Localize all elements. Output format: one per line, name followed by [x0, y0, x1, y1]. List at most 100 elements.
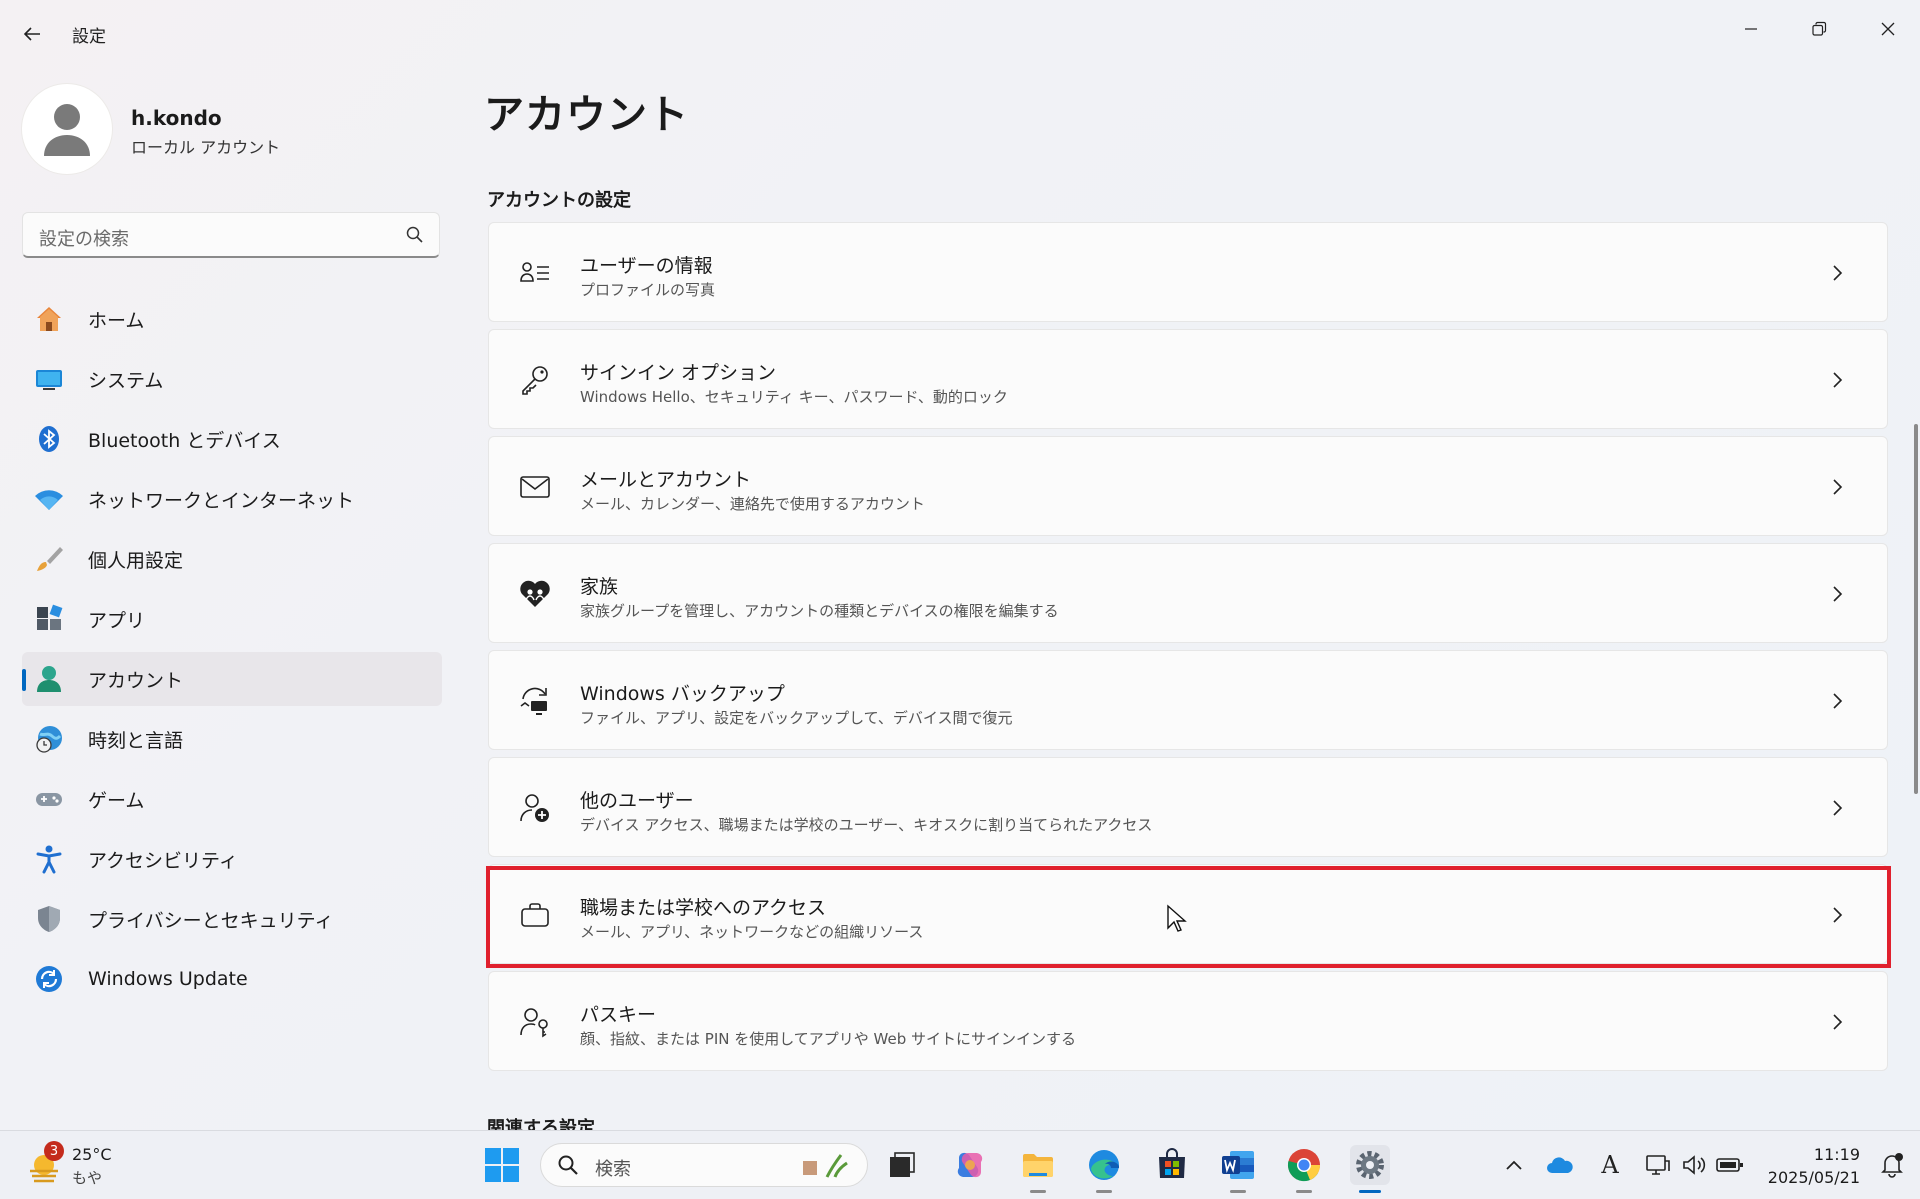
sidebar-item-gaming[interactable]: ゲーム: [22, 772, 442, 826]
settings-gear-icon: [1356, 1151, 1384, 1179]
volume-button[interactable]: [1680, 1151, 1708, 1179]
add-user-icon: [519, 792, 551, 824]
card-family[interactable]: 家族 家族グループを管理し、アカウントの種類とデバイスの権限を編集する: [488, 543, 1888, 643]
card-title: 他のユーザー: [580, 790, 694, 812]
family-heart-icon: [519, 578, 551, 610]
globe-clock-icon: [34, 724, 64, 754]
edge-icon: [1089, 1150, 1119, 1180]
accessibility-icon: [34, 844, 64, 874]
sidebar-item-label: アクセシビリティ: [88, 849, 238, 872]
mouse-cursor-icon: [1167, 904, 1187, 932]
sidebar-nav: ホーム システム Bluetooth とデバイス ネットワークとインターネット …: [22, 292, 442, 1012]
sidebar-item-home[interactable]: ホーム: [22, 292, 442, 346]
sidebar-item-label: アカウント: [88, 669, 184, 692]
battery-button[interactable]: [1716, 1151, 1744, 1179]
close-button[interactable]: [1855, 8, 1920, 50]
card-user-info[interactable]: ユーザーの情報 プロファイルの写真: [488, 222, 1888, 322]
taskbar-app-copilot[interactable]: [950, 1145, 990, 1185]
sidebar-item-windows-update[interactable]: Windows Update: [22, 952, 442, 1006]
sidebar-item-label: ホーム: [88, 309, 145, 332]
card-sign-in-options[interactable]: サインイン オプション Windows Hello、セキュリティ キー、パスワー…: [488, 329, 1888, 429]
card-email-accounts[interactable]: メールとアカウント メール、カレンダー、連絡先で使用するアカウント: [488, 436, 1888, 536]
battery-icon: [1716, 1158, 1743, 1172]
taskbar-app-word[interactable]: [1218, 1145, 1258, 1193]
running-indicator: [1230, 1190, 1246, 1193]
sidebar-item-network[interactable]: ネットワークとインターネット: [22, 472, 442, 526]
card-passkeys[interactable]: パスキー 顔、指紋、または PIN を使用してアプリや Web サイトにサインイ…: [488, 971, 1888, 1071]
running-indicator: [1030, 1190, 1046, 1193]
minimize-button[interactable]: [1718, 8, 1784, 50]
taskbar-app-settings[interactable]: [1350, 1145, 1390, 1193]
sidebar-item-accessibility[interactable]: アクセシビリティ: [22, 832, 442, 886]
home-icon: [34, 304, 64, 334]
start-button[interactable]: [484, 1147, 520, 1183]
apps-icon: [34, 604, 64, 634]
sidebar-item-time-language[interactable]: 時刻と言語: [22, 712, 442, 766]
user-info-icon: [519, 257, 551, 289]
account-icon: [34, 664, 64, 694]
wifi-icon: [34, 484, 64, 514]
sidebar-item-label: Bluetooth とデバイス: [88, 429, 281, 452]
search-highlight-icon: [803, 1154, 848, 1178]
card-work-school-access[interactable]: 職場または学校へのアクセス メール、アプリ、ネットワークなどの組織リソース: [488, 864, 1888, 964]
minimize-icon: [1745, 28, 1757, 30]
notifications-button[interactable]: [1878, 1151, 1906, 1179]
card-subtitle: 顔、指紋、または PIN を使用してアプリや Web サイトにサインインする: [580, 1030, 1077, 1048]
sidebar-item-label: プライバシーとセキュリティ: [88, 909, 334, 932]
taskbar-app-edge[interactable]: [1084, 1145, 1124, 1193]
task-view-button[interactable]: [882, 1145, 922, 1185]
chevron-right-icon: [1827, 582, 1847, 606]
shield-icon: [34, 904, 64, 934]
clock-time: 11:19: [1813, 1145, 1860, 1164]
chevron-right-icon: [1827, 475, 1847, 499]
running-indicator: [1096, 1190, 1112, 1193]
show-hidden-icons-button[interactable]: [1500, 1151, 1528, 1179]
weather-temperature: 25°C: [72, 1145, 112, 1164]
card-windows-backup[interactable]: Windows バックアップ ファイル、アプリ、設定をバックアップして、デバイス…: [488, 650, 1888, 750]
briefcase-icon: [519, 899, 551, 931]
settings-search-input[interactable]: 設定の検索: [22, 212, 440, 258]
passkey-icon: [519, 1006, 551, 1038]
taskbar-app-chrome[interactable]: [1284, 1145, 1324, 1193]
taskbar-app-store[interactable]: [1152, 1145, 1192, 1185]
taskbar: 3 25°C もや 検索 A 11:19 2025/05/21: [0, 1130, 1920, 1199]
card-title: ユーザーの情報: [580, 255, 713, 277]
onedrive-button[interactable]: [1546, 1151, 1574, 1179]
clock-date: 2025/05/21: [1767, 1168, 1860, 1187]
weather-badge: 3: [44, 1141, 64, 1161]
sidebar-item-apps[interactable]: アプリ: [22, 592, 442, 646]
chevron-right-icon: [1827, 689, 1847, 713]
clock[interactable]: 11:19 2025/05/21: [1764, 1145, 1860, 1187]
running-indicator: [1296, 1190, 1312, 1193]
taskbar-search[interactable]: 検索: [540, 1143, 868, 1187]
sidebar-item-system[interactable]: システム: [22, 352, 442, 406]
restore-button[interactable]: [1786, 8, 1852, 50]
card-title: Windows バックアップ: [580, 683, 785, 705]
chevron-right-icon: [1827, 796, 1847, 820]
sidebar-item-bluetooth[interactable]: Bluetooth とデバイス: [22, 412, 442, 466]
sidebar-item-privacy[interactable]: プライバシーとセキュリティ: [22, 892, 442, 946]
scrollbar[interactable]: [1914, 424, 1918, 794]
sidebar-item-accounts[interactable]: アカウント: [22, 652, 442, 706]
ime-indicator[interactable]: A: [1596, 1151, 1624, 1179]
user-avatar-icon: [44, 104, 90, 156]
sidebar-item-label: システム: [88, 369, 164, 392]
network-status-button[interactable]: [1644, 1151, 1672, 1179]
back-button[interactable]: [18, 20, 46, 48]
back-arrow-icon: [23, 27, 40, 41]
selection-indicator: [22, 669, 26, 691]
card-subtitle: ファイル、アプリ、設定をバックアップして、デバイス間で復元: [580, 709, 1013, 727]
avatar[interactable]: [22, 84, 112, 174]
taskbar-app-file-explorer[interactable]: [1018, 1145, 1058, 1193]
search-icon[interactable]: [405, 225, 425, 245]
card-title: 職場または学校へのアクセス: [580, 897, 827, 919]
speaker-icon: [1683, 1155, 1706, 1175]
weather-widget[interactable]: 3 25°C もや: [24, 1141, 164, 1189]
search-placeholder: 設定の検索: [39, 229, 129, 250]
chevron-right-icon: [1827, 261, 1847, 285]
card-other-users[interactable]: 他のユーザー デバイス アクセス、職場または学校のユーザー、キオスクに割り当てら…: [488, 757, 1888, 857]
running-indicator: [1359, 1190, 1381, 1193]
sidebar-item-label: 時刻と言語: [88, 729, 184, 752]
sidebar-item-personalization[interactable]: 個人用設定: [22, 532, 442, 586]
folder-icon: [1023, 1154, 1053, 1177]
